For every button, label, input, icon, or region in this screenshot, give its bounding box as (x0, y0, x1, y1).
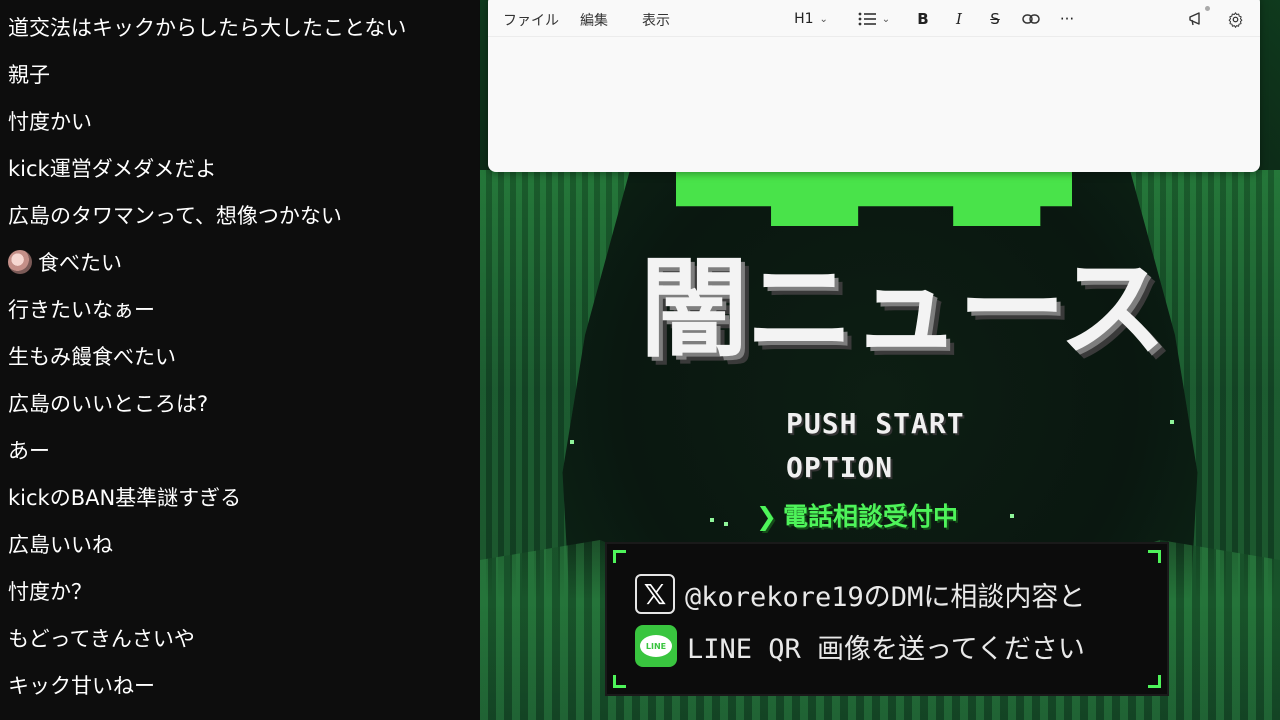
cursor-arrow-icon: ❯ (756, 502, 777, 531)
strikethrough-button[interactable]: S (984, 5, 1006, 33)
chat-message: kick運営ダメダメだよ (8, 157, 217, 181)
link-icon (1022, 14, 1040, 24)
italic-button[interactable]: I (948, 5, 970, 33)
chat-message: 忖度か？ (8, 580, 92, 604)
editor-window: ファイル 編集 表示 H1 ⌄ ⌄ B I S ··· (488, 0, 1260, 172)
chat-message: 生もみ饅食べたい (8, 345, 176, 369)
x-contact-text: @korekore19のDMに相談内容と (685, 581, 1086, 613)
frame-corner (613, 550, 626, 563)
notification-dot (1205, 6, 1210, 11)
sparkle (710, 518, 714, 522)
chat-message: 道交法はキックからしたら大したことない (8, 16, 407, 40)
chat-panel: 道交法はキックからしたら大したことない 親子 忖度かい kick運営ダメダメだよ… (0, 0, 480, 720)
frame-corner (613, 675, 626, 688)
oyster-emoji-icon (8, 250, 32, 274)
chevron-down-icon: ⌄ (819, 13, 828, 25)
sparkle (1170, 420, 1174, 424)
game-title: 闇ニュース (640, 247, 1167, 372)
x-contact-row: 𝕏 @korekore19のDMに相談内容と (635, 572, 1085, 616)
chat-message: 広島のタワマンって、想像つかない (8, 204, 342, 228)
heading-level: H1 (794, 11, 814, 27)
menu-view[interactable]: 表示 (642, 10, 670, 30)
menu-option[interactable]: OPTION (786, 451, 893, 484)
chevron-down-icon: ⌄ (881, 13, 891, 25)
menu-selected-label: 電話相談受付中 (782, 502, 958, 531)
chat-message: もどってきんさいや (8, 627, 195, 651)
menu-phone-consultation[interactable]: ❯ 電話相談受付中 (756, 497, 958, 533)
chat-message: 広島いいね (8, 533, 113, 557)
chat-message: kickのBAN基準謎すぎる (8, 486, 242, 510)
megaphone-icon (1189, 12, 1200, 26)
chat-message-text: 食べたい (38, 251, 122, 275)
chat-message: あー (8, 439, 50, 463)
contact-info-box: 𝕏 @korekore19のDMに相談内容と LINE LINE QR 画像を送… (605, 542, 1169, 696)
settings-button[interactable] (1222, 5, 1248, 33)
line-contact-text: LINE QR 画像を送ってください (687, 633, 1085, 665)
frame-corner (1148, 550, 1161, 563)
menu-edit[interactable]: 編集 (580, 10, 608, 30)
link-button[interactable] (1018, 5, 1044, 33)
menu-push-start[interactable]: PUSH START (786, 407, 965, 440)
heading-dropdown[interactable]: H1 ⌄ (788, 5, 834, 33)
editor-content-area[interactable] (488, 37, 1260, 172)
line-contact-row: LINE LINE QR 画像を送ってください (635, 624, 1085, 668)
line-logo-icon: LINE (635, 625, 677, 667)
sparkle (724, 522, 728, 526)
list-dropdown[interactable]: ⌄ (852, 5, 896, 33)
chat-message: キック甘いねー (8, 674, 155, 698)
menu-file[interactable]: ファイル (503, 10, 559, 30)
frame-corner (1148, 675, 1161, 688)
chat-message: 忖度かい (8, 110, 92, 134)
sparkle (1010, 514, 1014, 518)
gear-icon (1228, 11, 1242, 28)
bold-button[interactable]: B (912, 5, 934, 33)
more-button[interactable]: ··· (1054, 5, 1080, 33)
chat-message: 親子 (8, 63, 50, 87)
sparkle (570, 440, 574, 444)
chat-message-with-emoji: 食べたい (8, 248, 122, 278)
x-logo-icon: 𝕏 (635, 574, 675, 614)
chat-message: 広島のいいところは? (8, 392, 209, 416)
chat-message: 行きたいなぁー (8, 298, 155, 322)
list-icon (858, 12, 876, 26)
